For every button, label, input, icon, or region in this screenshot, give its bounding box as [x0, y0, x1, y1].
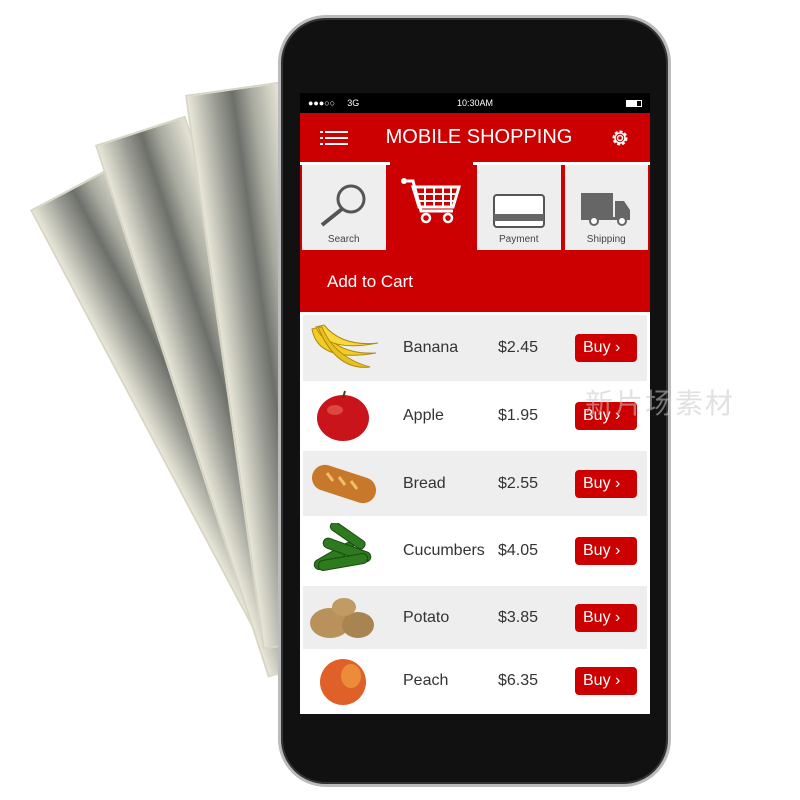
tab-label: Payment [499, 234, 539, 245]
tab-label: Search [327, 234, 360, 245]
buy-button[interactable]: Buy › [575, 667, 637, 695]
product-price: $4.05 [498, 542, 539, 559]
buy-button[interactable]: Buy › [575, 334, 637, 362]
product-row: Cucumbers $4.05 Buy › [303, 516, 647, 586]
product-name: Bread [403, 474, 446, 492]
product-name: Apple [403, 407, 444, 424]
peach-image [320, 659, 366, 705]
product-name: Peach [403, 672, 449, 689]
potato-image [310, 597, 374, 638]
hamburger-icon[interactable] [320, 130, 348, 146]
product-price: $1.95 [498, 407, 539, 424]
product-price: $2.45 [498, 339, 539, 356]
buy-button[interactable]: Buy › [575, 603, 637, 632]
product-row: Bread $2.55 Buy › [303, 451, 647, 516]
magnifier-icon [320, 184, 366, 227]
product-name: Cucumbers [403, 542, 485, 559]
cart-icon [401, 178, 462, 224]
clock: 10:30AM [456, 98, 494, 108]
buy-button[interactable]: Buy › [575, 469, 637, 498]
product-name: Potato [403, 608, 450, 626]
tab-search[interactable]: Search [302, 165, 386, 250]
app-header: MOBILE SHOPPING [300, 113, 650, 162]
credit-card-icon [492, 194, 545, 228]
tab-cart[interactable] [389, 162, 473, 250]
apple-image [317, 390, 369, 441]
buy-button[interactable]: Buy › [575, 537, 637, 565]
gear-icon[interactable] [610, 128, 630, 148]
product-price: $3.85 [498, 608, 539, 626]
product-row: Peach $6.35 Buy › [303, 649, 647, 713]
product-list: Banana $2.45 Buy › Apple $1.95 Buy › Bre… [303, 315, 647, 713]
product-row: Banana $2.45 Buy › [303, 315, 647, 381]
status-bar: ●●●○○ 3G 10:30AM [300, 93, 650, 113]
tab-payment[interactable]: Payment [477, 165, 561, 250]
product-name: Banana [403, 339, 459, 356]
cucumbers-image [313, 523, 372, 571]
section-title: Add to Cart [327, 272, 413, 291]
section-banner: Add to Cart [300, 250, 650, 312]
tab-shipping[interactable]: Shipping [564, 165, 648, 250]
product-row: Potato $3.85 Buy › [303, 586, 647, 649]
banana-image [311, 324, 379, 368]
tab-label: Shipping [586, 234, 626, 245]
product-price: $6.35 [498, 672, 539, 689]
watermark: 新片场素材 [585, 388, 736, 419]
truck-icon [581, 193, 631, 226]
product-price: $2.55 [498, 474, 539, 492]
app-title: MOBILE SHOPPING [385, 126, 573, 148]
battery-icon [626, 99, 642, 107]
bread-image [311, 464, 377, 503]
